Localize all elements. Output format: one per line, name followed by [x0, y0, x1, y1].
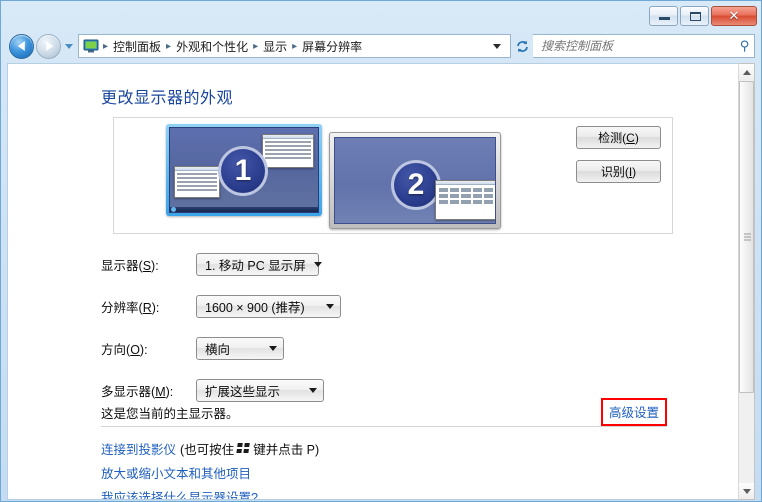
advanced-settings-link[interactable]: 高级设置 [609, 406, 659, 420]
search-box[interactable]: ⚲ [533, 34, 755, 58]
arrow-down-icon [742, 488, 751, 494]
monitor-1-screen: 1 [169, 127, 319, 213]
windows-logo-icon [236, 442, 251, 454]
chevron-down-icon [326, 303, 334, 309]
primary-display-status: 这是您当前的主显示器。 [101, 406, 239, 421]
orientation-select-value: 横向 [205, 342, 231, 357]
page-title: 更改显示器的外观 [101, 90, 234, 107]
preview-action-buttons: 检测(C) 识别(I) [576, 126, 661, 183]
mini-window-icon [262, 134, 314, 168]
chevron-down-icon [313, 261, 322, 267]
monitor-icon [83, 39, 99, 54]
navigation-bar: ▸ 控制面板 ▸ 外观和个性化 ▸ 显示 ▸ 屏幕分辨率 ⚲ [1, 29, 761, 63]
connect-projector-link[interactable]: 连接到投影仪 [101, 439, 176, 458]
close-button[interactable]: ✕ [711, 6, 757, 26]
monitor-thumbnail-1[interactable]: 1 [166, 124, 322, 216]
related-links: 连接到投影仪 (也可按住 键并点击 P) 放大或缩小文本和其他项目 我应该选择什… [101, 436, 701, 500]
scrollbar-thumb[interactable] [739, 81, 754, 393]
title-bar: ✕ [1, 1, 761, 29]
form-row-orientation: 方向(O): 横向 [101, 336, 661, 360]
address-chevron-down-icon[interactable] [493, 43, 501, 49]
arrow-right-icon [45, 41, 53, 51]
chevron-down-icon[interactable] [65, 43, 73, 49]
display-label: 显示器(S): [101, 258, 159, 273]
search-icon: ⚲ [740, 38, 750, 53]
resolution-label: 分辨率(R): [101, 300, 160, 315]
projector-link-row: 连接到投影仪 (也可按住 键并点击 P) [101, 436, 701, 460]
refresh-button[interactable] [511, 34, 533, 58]
monitor-2-number: 2 [391, 160, 441, 210]
display-select-value: 1. 移动 PC 显示屏 [205, 258, 306, 273]
vertical-scrollbar[interactable] [738, 63, 755, 500]
arrow-left-icon [17, 41, 25, 51]
status-line: 这是您当前的主显示器。 高级设置 [101, 398, 667, 426]
chevron-down-icon [309, 387, 317, 393]
identify-button[interactable]: 识别(I) [576, 160, 661, 183]
projector-hint-open: (也可按住 [180, 442, 235, 457]
detect-button-label: 检测 [598, 131, 623, 145]
breadcrumb-item-display[interactable]: 显示 [260, 36, 290, 57]
orientation-select[interactable]: 横向 [196, 336, 284, 360]
orientation-label: 方向(O): [101, 342, 148, 357]
identify-button-label: 识别 [600, 165, 625, 179]
display-settings-help-link[interactable]: 我应该选择什么显示器设置? [101, 487, 258, 500]
breadcrumb-item-screen-resolution[interactable]: 屏幕分辨率 [299, 36, 365, 57]
detect-button[interactable]: 检测(C) [576, 126, 661, 149]
arrow-up-icon [742, 69, 751, 75]
monitor-1-number: 1 [218, 146, 268, 196]
monitor-2-screen: 2 [334, 137, 496, 224]
settings-form: 显示器(S): 1. 移动 PC 显示屏 分辨率(R): 1600 × 900 … [101, 252, 661, 420]
mini-window-icon [435, 180, 495, 220]
advanced-settings-highlight: 高级设置 [600, 398, 667, 426]
start-orb-icon [171, 207, 176, 212]
breadcrumb-separator: ▸ [103, 40, 109, 52]
multiple-displays-label: 多显示器(M): [101, 384, 174, 399]
scroll-up-button[interactable] [739, 64, 754, 80]
scroll-down-button[interactable] [739, 483, 754, 499]
scrollbar-grip-icon [744, 232, 751, 243]
text-size-link[interactable]: 放大或缩小文本和其他项目 [101, 463, 251, 482]
screen-resolution-window: ✕ ▸ 控制面板 ▸ 外观和个性化 ▸ 显示 ▸ 屏幕分辨率 搜索控制面板 ⚲ … [0, 0, 762, 502]
multiple-displays-select-value: 扩展这些显示 [205, 384, 281, 399]
content-pane: 更改显示器的外观 1 2 检测(C) 识别(I) 显示器(S): 1. 移动 P… [7, 63, 741, 500]
window-controls: ✕ [649, 6, 757, 26]
back-button[interactable] [9, 33, 34, 59]
display-select[interactable]: 1. 移动 PC 显示屏 [196, 252, 322, 276]
help-link-row: 我应该选择什么显示器设置? [101, 484, 701, 500]
maximize-button[interactable] [680, 6, 709, 26]
chevron-down-icon [269, 345, 277, 351]
projector-hint-close: 键并点击 P) [253, 442, 320, 457]
mini-window-icon [174, 166, 220, 198]
form-row-resolution: 分辨率(R): 1600 × 900 (推荐) [101, 294, 661, 318]
text-size-link-row: 放大或缩小文本和其他项目 [101, 460, 701, 484]
monitor-thumbnail-2[interactable]: 2 [329, 132, 501, 229]
breadcrumb-separator: ▸ [292, 40, 298, 52]
breadcrumb-separator: ▸ [253, 40, 259, 52]
forward-button[interactable] [36, 33, 61, 59]
mini-taskbar [170, 207, 318, 212]
maximize-icon [690, 12, 701, 21]
form-row-display: 显示器(S): 1. 移动 PC 显示屏 [101, 252, 661, 276]
identify-accesskey: I [628, 165, 633, 179]
minimize-button[interactable] [649, 6, 678, 26]
close-icon: ✕ [728, 8, 740, 23]
breadcrumb-separator: ▸ [166, 40, 172, 52]
minimize-icon [659, 17, 670, 20]
breadcrumb-item-control-panel[interactable]: 控制面板 [110, 36, 164, 57]
search-input[interactable] [541, 39, 741, 53]
resolution-select-value: 1600 × 900 (推荐) [205, 300, 305, 315]
detect-accesskey: C [626, 131, 635, 145]
address-bar[interactable]: ▸ 控制面板 ▸ 外观和个性化 ▸ 显示 ▸ 屏幕分辨率 [78, 34, 511, 58]
resolution-select[interactable]: 1600 × 900 (推荐) [196, 294, 341, 318]
section-divider [101, 426, 667, 427]
breadcrumb-item-appearance[interactable]: 外观和个性化 [173, 36, 251, 57]
